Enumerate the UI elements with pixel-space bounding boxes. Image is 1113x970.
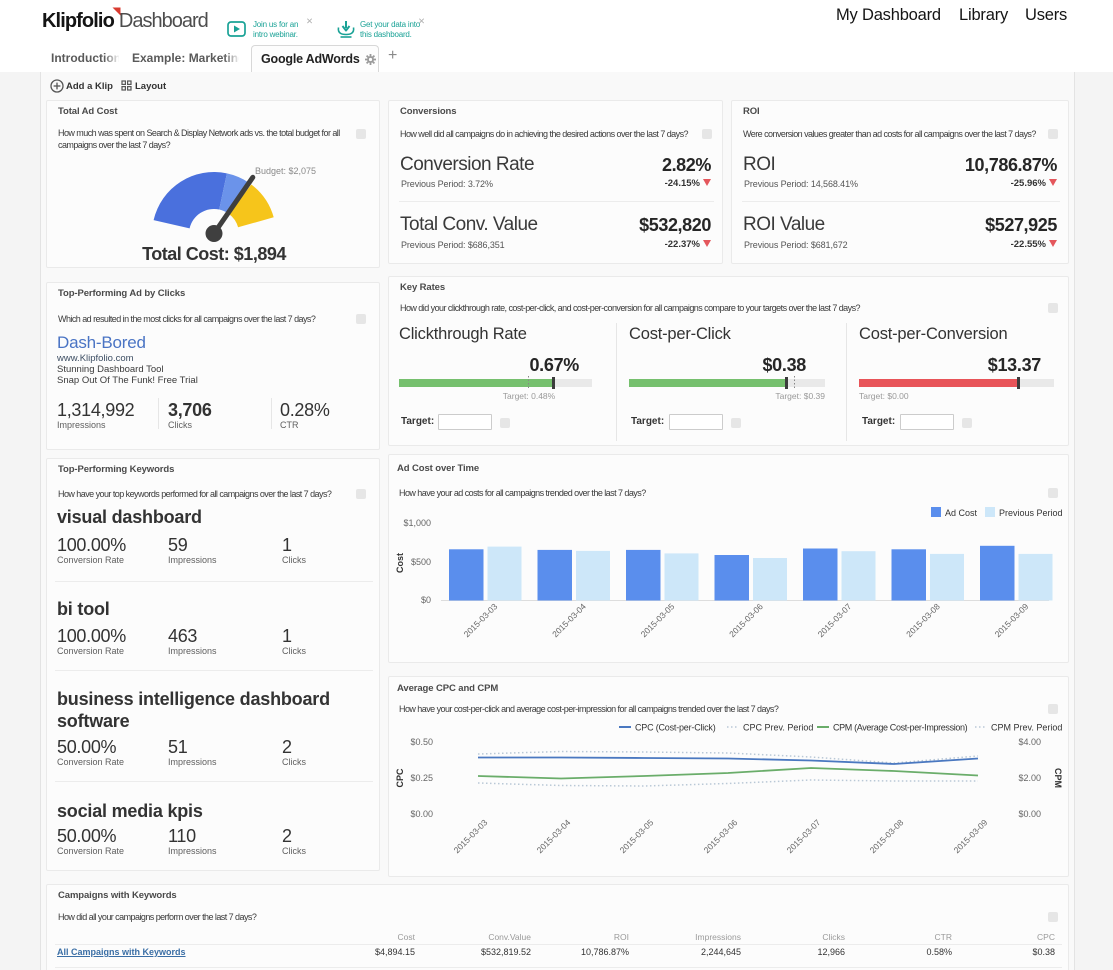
svg-text:CPC Prev. Period: CPC Prev. Period xyxy=(743,723,813,733)
svg-text:CPM: CPM xyxy=(1053,768,1063,788)
svg-text:CPM (Average Cost-per-Impressi: CPM (Average Cost-per-Impression) xyxy=(833,723,968,733)
svg-text:$2.00: $2.00 xyxy=(1018,773,1041,783)
svg-text:$0.00: $0.00 xyxy=(410,809,433,819)
svg-text:$1,000: $1,000 xyxy=(403,518,431,528)
svg-text:2015-03-03: 2015-03-03 xyxy=(452,817,490,855)
svg-text:2015-03-06: 2015-03-06 xyxy=(702,817,740,855)
svg-text:2015-03-04: 2015-03-04 xyxy=(550,601,588,639)
svg-text:$0.00: $0.00 xyxy=(1018,809,1041,819)
svg-text:Ad Cost: Ad Cost xyxy=(945,508,978,518)
svg-text:Previous Period: Previous Period xyxy=(999,508,1063,518)
svg-text:2015-03-06: 2015-03-06 xyxy=(727,601,765,639)
svg-text:2015-03-04: 2015-03-04 xyxy=(535,817,573,855)
svg-text:2015-03-03: 2015-03-03 xyxy=(462,601,500,639)
svg-text:2015-03-07: 2015-03-07 xyxy=(785,817,823,855)
svg-text:2015-03-09: 2015-03-09 xyxy=(993,601,1031,639)
svg-text:2015-03-05: 2015-03-05 xyxy=(618,817,656,855)
svg-text:$0.25: $0.25 xyxy=(410,773,433,783)
svg-text:CPC: CPC xyxy=(395,768,405,788)
svg-text:$4.00: $4.00 xyxy=(1018,737,1041,747)
svg-text:2015-03-08: 2015-03-08 xyxy=(868,817,906,855)
svg-text:2015-03-05: 2015-03-05 xyxy=(639,601,677,639)
svg-text:2015-03-07: 2015-03-07 xyxy=(816,601,854,639)
svg-text:CPM Prev. Period: CPM Prev. Period xyxy=(991,723,1062,733)
svg-text:$0: $0 xyxy=(421,595,431,605)
svg-text:Cost: Cost xyxy=(395,553,405,573)
svg-text:CPC (Cost-per-Click): CPC (Cost-per-Click) xyxy=(635,723,716,733)
svg-text:2015-03-08: 2015-03-08 xyxy=(904,601,942,639)
svg-text:$0.50: $0.50 xyxy=(410,737,433,747)
svg-text:2015-03-09: 2015-03-09 xyxy=(952,817,990,855)
svg-text:$500: $500 xyxy=(411,557,431,567)
